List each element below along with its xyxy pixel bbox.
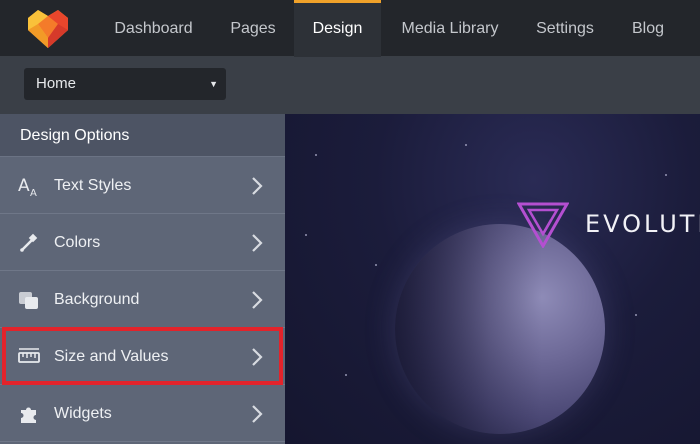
sidebar-item-background[interactable]: Background xyxy=(0,271,285,328)
star-decoration xyxy=(635,314,637,316)
sidebar-item-label: Colors xyxy=(54,234,101,251)
page-toolbar: Home ▼ xyxy=(0,57,700,114)
nav-pages[interactable]: Pages xyxy=(216,0,290,57)
nav-dashboard[interactable]: Dashboard xyxy=(100,0,207,57)
star-decoration xyxy=(665,174,667,176)
sidebar-item-label: Text Styles xyxy=(54,177,132,194)
star-decoration xyxy=(315,154,317,156)
sidebar-item-label: Widgets xyxy=(54,405,112,422)
star-decoration xyxy=(465,144,467,146)
nav-blog[interactable]: Blog xyxy=(620,0,676,57)
background-icon xyxy=(19,292,38,309)
puzzle-icon xyxy=(21,407,36,423)
sidebar-item-text-styles[interactable]: A A Text Styles xyxy=(0,157,285,214)
color-picker-icon xyxy=(20,233,38,252)
design-options-sidebar: Design Options A A Text Styles Colors Ba… xyxy=(0,114,285,444)
chevron-right-icon xyxy=(252,234,263,252)
star-decoration xyxy=(345,374,347,376)
app-logo-icon[interactable] xyxy=(24,8,72,50)
star-decoration xyxy=(375,264,377,266)
chevron-right-icon xyxy=(252,177,263,195)
sidebar-item-widgets[interactable]: Widgets xyxy=(0,385,285,442)
caret-down-icon: ▼ xyxy=(209,79,218,89)
site-preview[interactable]: EVOLUTIC xyxy=(285,114,700,444)
top-navigation: Dashboard Pages Design Media Library Set… xyxy=(0,0,700,57)
nav-settings[interactable]: Settings xyxy=(523,0,607,57)
chevron-right-icon xyxy=(252,405,263,423)
nav-media-library[interactable]: Media Library xyxy=(387,0,513,57)
sidebar-item-label: Size and Values xyxy=(54,348,169,365)
svg-text:A: A xyxy=(18,176,30,196)
page-select[interactable]: Home ▼ xyxy=(24,68,226,100)
moon-image xyxy=(395,224,605,434)
sidebar-title: Design Options xyxy=(0,114,285,157)
star-decoration xyxy=(305,234,307,236)
chevron-right-icon xyxy=(252,291,263,309)
sidebar-item-colors[interactable]: Colors xyxy=(0,214,285,271)
sidebar-item-label: Background xyxy=(54,291,140,308)
sidebar-item-size-and-values[interactable]: Size and Values xyxy=(0,328,285,385)
ruler-icon xyxy=(18,348,40,363)
brand-logo-icon xyxy=(517,202,569,248)
nav-design[interactable]: Design xyxy=(294,0,381,57)
chevron-right-icon xyxy=(252,348,263,366)
svg-text:A: A xyxy=(30,188,37,197)
page-select-value: Home xyxy=(36,75,77,92)
text-styles-icon: A A xyxy=(18,176,37,197)
brand-name: EVOLUTIC xyxy=(585,210,700,238)
